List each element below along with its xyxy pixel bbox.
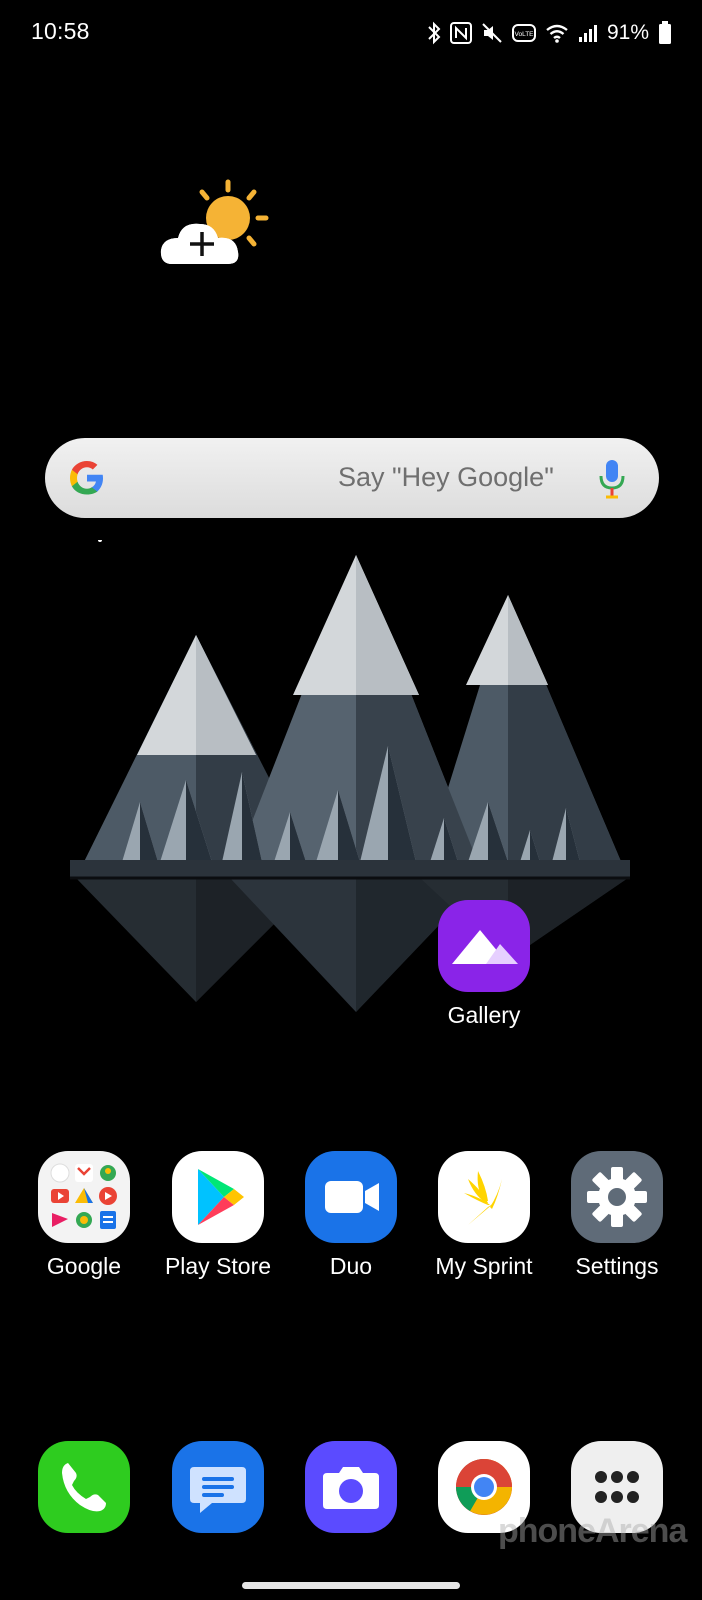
mute-icon	[482, 23, 502, 43]
duo-video-icon	[305, 1151, 397, 1243]
google-folder-icon	[38, 1151, 130, 1243]
volte-icon: VoLTE	[511, 24, 536, 42]
battery-percent: 91%	[606, 21, 649, 44]
app-google-folder[interactable]: Google	[24, 1151, 144, 1280]
microphone-icon[interactable]	[597, 458, 627, 500]
mountain-wallpaper	[70, 540, 630, 1012]
battery-icon	[659, 21, 671, 44]
watermark: phoneArena	[498, 1512, 687, 1550]
app-label-play-store: Play Store	[164, 1253, 272, 1279]
gear-icon	[571, 1151, 663, 1243]
svg-text:VoLTE: VoLTE	[514, 31, 534, 38]
bluetooth-icon	[428, 21, 441, 45]
dock-messages[interactable]	[158, 1441, 278, 1533]
sprint-icon	[438, 1151, 530, 1243]
app-my-sprint[interactable]: My Sprint	[424, 1151, 544, 1280]
app-play-store[interactable]: Play Store	[158, 1151, 278, 1280]
app-label-settings: Settings	[575, 1253, 659, 1279]
wifi-icon	[546, 24, 568, 43]
google-g-icon	[70, 461, 103, 495]
gesture-nav-handle[interactable]	[242, 1582, 460, 1589]
nfc-icon	[449, 22, 472, 44]
app-label-my-sprint: My Sprint	[435, 1253, 533, 1279]
phone-icon	[38, 1441, 130, 1533]
dock-camera[interactable]	[291, 1441, 411, 1533]
weather-widget[interactable]	[158, 178, 278, 278]
app-duo[interactable]: Duo	[291, 1151, 411, 1280]
app-label-gallery: Gallery	[447, 1002, 521, 1028]
status-time: 10:58	[31, 18, 90, 44]
signal-icon	[578, 25, 597, 42]
play-store-icon	[172, 1151, 264, 1243]
camera-icon	[305, 1441, 397, 1533]
status-icons: VoLTE 91%	[427, 18, 672, 48]
app-gallery[interactable]: Gallery	[424, 900, 544, 1029]
app-label-google: Google	[46, 1253, 122, 1279]
app-settings[interactable]: Settings	[557, 1151, 677, 1280]
status-bar: 10:58 VoLTE 91%	[0, 0, 702, 68]
google-search-bar[interactable]: Say "Hey Google"	[45, 438, 659, 518]
search-hint-text: Say "Hey Google"	[338, 462, 554, 492]
weather-add-icon	[160, 179, 269, 264]
messages-icon	[172, 1441, 264, 1533]
gallery-icon	[438, 900, 530, 992]
app-label-duo: Duo	[329, 1253, 373, 1279]
dock-phone[interactable]	[24, 1441, 144, 1533]
